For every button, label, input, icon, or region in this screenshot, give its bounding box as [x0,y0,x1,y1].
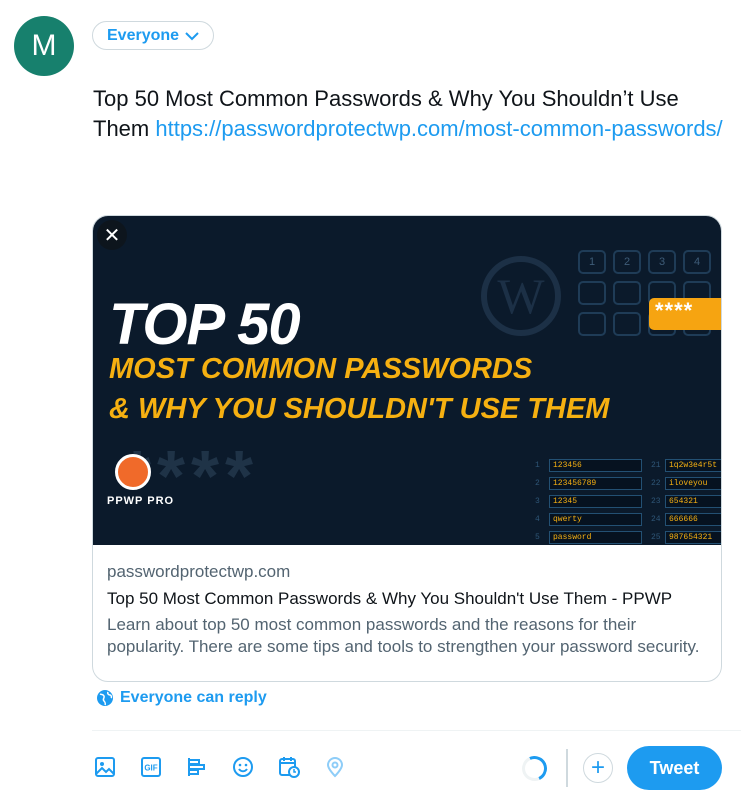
lock-icon: **** [649,298,721,330]
card-description: Learn about top 50 most common passwords… [107,615,700,656]
tweet-text-input[interactable]: Top 50 Most Common Passwords & Why You S… [93,84,723,144]
password-row: 25 987654321 [651,528,721,545]
password-list-right: 21 1q2w3e4r5t 22 iloveyou 23 654321 24 666666 25… [651,456,721,545]
divider [92,730,741,731]
emoji-icon[interactable] [230,754,256,780]
password-value: 987654321 [665,530,721,544]
password-rank: 5 [535,532,540,542]
chevron-down-icon [185,31,199,40]
character-count-progress [518,752,551,785]
key [613,312,641,336]
image-subline-2: & WHY YOU SHOULDN'T USE THEM [109,393,610,425]
password-rank: 21 [651,460,661,470]
reply-label: Everyone can reply [120,689,267,706]
ppwp-logo [115,454,151,490]
audience-selector[interactable]: Everyone [92,21,215,50]
password-rank: 2 [535,478,540,488]
card-title: Top 50 Most Common Passwords & Why You S… [107,589,673,608]
svg-text:GIF: GIF [144,764,157,773]
key: 1 [578,250,606,274]
password-row: 1 123456 [535,456,642,474]
toolbar-separator [566,749,568,787]
password-rank: 4 [535,514,540,524]
password-rank: 25 [651,532,661,542]
password-rank: 24 [651,514,661,524]
password-list-left: 1 123456 2 123456789 3 12345 4 qwerty 5 password [535,456,642,545]
password-row: 3 12345 [535,492,642,510]
poll-icon[interactable] [184,754,210,780]
password-value: 123456789 [549,476,642,490]
password-row: 5 password [535,528,642,545]
password-row: 2 123456789 [535,474,642,492]
image-headline: TOP 50 [109,292,301,357]
password-rank: 3 [535,496,540,506]
password-rank: 1 [535,460,540,470]
tweet-link[interactable]: https://passwordprotectwp.com/most-commo… [155,116,722,141]
password-value: 1q2w3e4r5t [665,458,721,472]
password-row: 4 qwerty [535,510,642,528]
password-value: iloveyou [665,476,721,490]
password-row: 22 iloveyou [651,474,721,492]
password-value: 666666 [665,512,721,526]
key: 4 [683,250,711,274]
image-subline-1: MOST COMMON PASSWORDS [109,353,533,385]
password-row: 23 654321 [651,492,721,510]
wordpress-logo: W [481,256,561,336]
image-icon[interactable] [92,754,118,780]
card-image: W 1234 **** TOP 50 MOST COMMON PASSWORDS… [93,216,721,545]
close-card-button[interactable]: ✕ [97,220,127,250]
key: 2 [613,250,641,274]
password-value: 12345 [549,494,642,508]
audience-label: Everyone [107,26,180,44]
avatar[interactable]: M [14,16,74,76]
logo-text: PPWP PRO [107,495,175,507]
globe-icon [97,690,113,706]
key: 3 [648,250,676,274]
key [578,312,606,336]
password-rank: 23 [651,496,661,506]
key [613,281,641,305]
tweet-button[interactable]: Tweet [627,746,722,790]
gif-icon[interactable]: GIF [138,754,164,780]
reply-settings-button[interactable]: Everyone can reply [96,689,267,707]
password-value: 654321 [665,494,721,508]
add-tweet-button[interactable]: + [583,753,613,783]
password-value: password [549,530,642,544]
link-preview-card[interactable]: W 1234 **** TOP 50 MOST COMMON PASSWORDS… [92,215,722,682]
schedule-icon[interactable] [276,754,302,780]
password-value: qwerty [549,512,642,526]
location-icon[interactable] [322,754,348,780]
card-domain: passwordprotectwp.com [107,562,291,581]
password-row: 24 666666 [651,510,721,528]
password-rank: 22 [651,478,661,488]
password-row: 21 1q2w3e4r5t [651,456,721,474]
password-value: 123456 [549,458,642,472]
key [578,281,606,305]
